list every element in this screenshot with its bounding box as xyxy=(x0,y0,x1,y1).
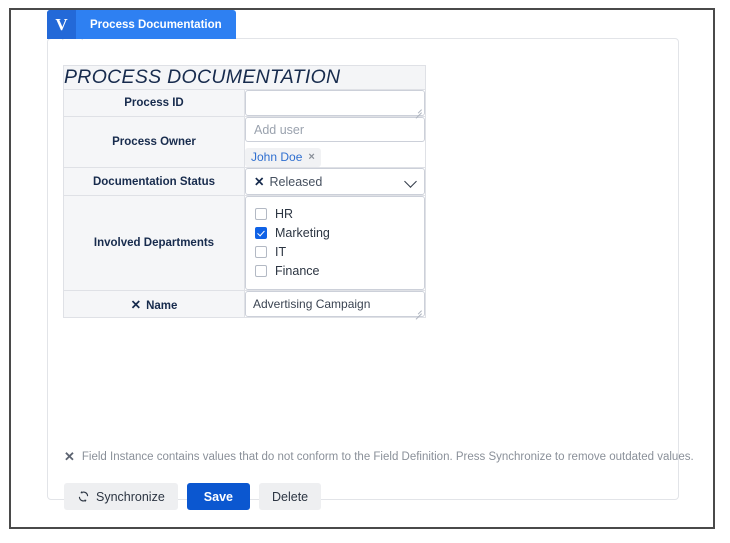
field-process-id xyxy=(244,89,426,119)
name-value: Advertising Campaign xyxy=(253,297,371,311)
page-title: PROCESS DOCUMENTATION xyxy=(64,66,341,88)
table-row: Documentation Status ✕ Released xyxy=(63,167,426,196)
add-user-placeholder: Add user xyxy=(254,122,305,137)
resize-grip-icon[interactable] xyxy=(413,105,422,119)
field-process-owner: Add user John Doe × xyxy=(244,116,426,168)
label-involved-departments: Involved Departments xyxy=(63,195,245,291)
invalid-field-x-icon: ✕ xyxy=(130,297,142,312)
chip-label: John Doe xyxy=(251,150,303,164)
checkbox-item-marketing[interactable]: Marketing xyxy=(255,224,415,242)
form-card: PROCESS DOCUMENTATION Process ID Process… xyxy=(47,28,694,510)
departments-checkbox-group: HR Marketing IT Finance xyxy=(245,196,425,290)
table-row: Process ID xyxy=(63,89,426,119)
form-header-cell: PROCESS DOCUMENTATION xyxy=(63,65,426,90)
checkbox-label-finance: Finance xyxy=(275,264,320,278)
label-name-text: Name xyxy=(146,299,178,312)
checkbox-item-finance[interactable]: Finance xyxy=(255,262,415,280)
chip-remove-icon[interactable]: × xyxy=(308,151,314,163)
delete-button-label: Delete xyxy=(272,489,309,504)
documentation-status-value: Released xyxy=(269,174,323,189)
checkbox-label-hr: HR xyxy=(275,207,294,221)
validation-warning: ✕ Field Instance contains values that do… xyxy=(64,449,694,465)
checkbox-item-it[interactable]: IT xyxy=(255,243,415,261)
field-involved-departments: HR Marketing IT Finance xyxy=(244,195,426,291)
table-row: ✕ Name Advertising Campaign xyxy=(63,290,426,320)
delete-button[interactable]: Delete xyxy=(259,483,322,510)
checkbox-finance[interactable] xyxy=(255,265,267,277)
checkbox-item-hr[interactable]: HR xyxy=(255,205,415,223)
user-chip-john-doe[interactable]: John Doe × xyxy=(245,148,321,167)
add-user-input[interactable]: Add user xyxy=(245,117,425,142)
chevron-down-icon[interactable] xyxy=(404,174,417,188)
checkbox-hr[interactable] xyxy=(255,208,267,220)
tab-strip: V Process Documentation xyxy=(47,10,236,39)
documentation-status-select[interactable]: ✕ Released xyxy=(245,168,425,195)
label-documentation-status: Documentation Status xyxy=(63,167,245,196)
tab-label: Process Documentation xyxy=(90,18,222,31)
label-process-id: Process ID xyxy=(63,89,245,117)
sync-icon xyxy=(77,490,90,503)
checkbox-it[interactable] xyxy=(255,246,267,258)
warning-x-icon: ✕ xyxy=(64,449,75,464)
label-name: ✕ Name xyxy=(63,290,245,318)
save-button-label: Save xyxy=(203,489,233,504)
label-process-owner: Process Owner xyxy=(63,116,245,168)
resize-grip-icon[interactable] xyxy=(413,306,422,320)
field-documentation-status: ✕ Released xyxy=(244,167,426,196)
process-id-input[interactable] xyxy=(245,90,425,119)
checkbox-label-marketing: Marketing xyxy=(275,226,330,240)
save-button[interactable]: Save xyxy=(186,483,250,510)
synchronize-button-label: Synchronize xyxy=(96,489,165,504)
form-actions: Synchronize Save Delete xyxy=(64,483,322,510)
form-header-row: PROCESS DOCUMENTATION xyxy=(63,65,426,90)
invalid-value-x-icon: ✕ xyxy=(254,175,265,189)
tab-process-documentation[interactable]: V Process Documentation xyxy=(47,10,236,39)
table-row: Involved Departments HR Marketing IT Fin… xyxy=(63,195,426,291)
table-row: Process Owner Add user John Doe × xyxy=(63,116,426,168)
checkbox-marketing[interactable] xyxy=(255,227,267,239)
app-logo-icon: V xyxy=(47,10,76,39)
name-input[interactable]: Advertising Campaign xyxy=(245,291,425,320)
field-name: Advertising Campaign xyxy=(244,290,426,320)
process-documentation-form: PROCESS DOCUMENTATION Process ID Process… xyxy=(63,65,426,320)
warning-message: Field Instance contains values that do n… xyxy=(81,451,694,463)
checkbox-label-it: IT xyxy=(275,245,287,259)
synchronize-button[interactable]: Synchronize xyxy=(64,483,178,510)
